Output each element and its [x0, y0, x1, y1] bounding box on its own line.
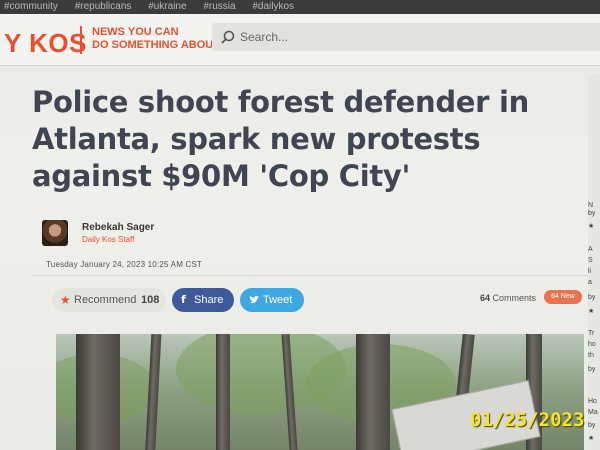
sidebar-snippet: ★	[588, 223, 595, 230]
sidebar-snippet: ★	[588, 308, 595, 315]
tweet-button[interactable]: Tweet	[240, 288, 304, 312]
sidebar-snippet: ★	[588, 435, 595, 442]
sidebar-snippet[interactable]: li	[588, 268, 591, 275]
comments-label: Comments	[492, 293, 537, 303]
article-actions: ★ Recommend 108 f Share Tweet 64 Comment…	[52, 286, 592, 314]
sidebar-snippet[interactable]: Ma	[588, 409, 598, 416]
tagline-line-1: NEWS YOU CAN	[92, 26, 179, 38]
recommend-label: Recommend	[74, 294, 137, 306]
sidebar-snippet[interactable]: Tr	[588, 330, 594, 337]
comments-link[interactable]: 64 Comments	[480, 293, 536, 303]
recommend-count: 108	[141, 294, 160, 306]
search-icon[interactable]	[220, 29, 236, 45]
camera-date-stamp: 01/25/2023	[470, 409, 585, 431]
sidebar-snippet[interactable]: A	[588, 246, 593, 253]
author-role: Daily Kos Staff	[82, 235, 135, 244]
sidebar-snippet: by	[588, 210, 596, 217]
tag-link[interactable]: #russia	[203, 1, 235, 12]
tag-bar: #community #republicans #ukraine #russia…	[0, 0, 600, 14]
tag-link[interactable]: #community	[4, 1, 58, 12]
sidebar-snippet[interactable]: ho	[588, 341, 596, 348]
sidebar-snippet: by	[588, 422, 596, 429]
sidebar-snippets: N by ★ A S li a by ★ Tr ho th by Ho Ma b…	[588, 74, 600, 450]
tag-link[interactable]: #republicans	[75, 1, 132, 12]
search-box[interactable]	[212, 23, 600, 51]
tag-link[interactable]: #dailykos	[252, 1, 294, 12]
share-label: Share	[194, 294, 224, 306]
sidebar-snippet: by	[588, 366, 596, 373]
article-main: Police shoot forest defender in Atlanta,…	[14, 74, 588, 450]
article-hero-image	[56, 334, 584, 450]
facebook-share-button[interactable]: f Share	[172, 288, 234, 312]
sidebar-snippet[interactable]: N	[588, 202, 593, 209]
star-icon: ★	[60, 293, 71, 307]
new-comments-badge[interactable]: 64 New	[544, 290, 582, 304]
sidebar-snippet[interactable]: Ho	[588, 398, 597, 405]
tag-link[interactable]: #ukraine	[148, 1, 186, 12]
article-dateline: Tuesday January 24, 2023 10:25 AM CST	[46, 260, 203, 269]
logo-divider	[80, 26, 82, 54]
tagline-line-2: DO SOMETHING ABOUT	[92, 39, 220, 51]
facebook-icon: f	[181, 293, 186, 306]
article-headline: Police shoot forest defender in Atlanta,…	[32, 85, 529, 193]
comments-count: 64	[480, 293, 491, 303]
sidebar-snippet[interactable]: th	[588, 352, 594, 359]
tweet-label: Tweet	[263, 294, 293, 306]
author-name[interactable]: Rebekah Sager	[82, 222, 154, 233]
site-header: Y KOS NEWS YOU CAN DO SOMETHING ABOUT	[0, 14, 600, 66]
divider	[32, 275, 588, 276]
site-tagline: NEWS YOU CAN DO SOMETHING ABOUT	[92, 26, 220, 52]
photo-frame: #community #republicans #ukraine #russia…	[0, 0, 600, 450]
sidebar-snippet: by	[588, 294, 596, 301]
twitter-bird-icon	[249, 295, 259, 304]
search-input[interactable]	[240, 28, 540, 46]
recommend-button[interactable]: ★ Recommend 108	[52, 288, 166, 312]
author-avatar[interactable]	[42, 220, 68, 246]
author-block: Rebekah Sager Daily Kos Staff	[42, 220, 342, 250]
sidebar-snippet[interactable]: a	[588, 279, 592, 286]
sidebar-snippet[interactable]: S	[588, 257, 593, 264]
site-logo[interactable]: Y KOS	[4, 28, 87, 59]
